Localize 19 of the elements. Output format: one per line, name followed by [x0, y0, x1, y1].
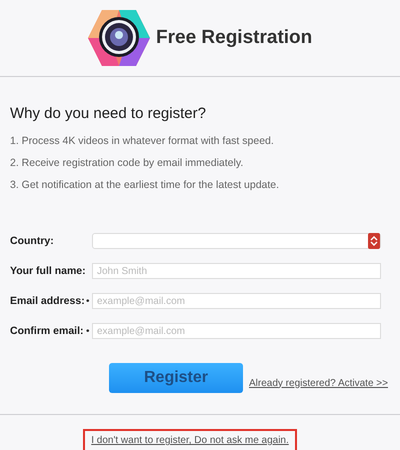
decline-link[interactable]: I don't want to register, Do not ask me again. — [83, 429, 297, 450]
activate-link[interactable]: Already registered? Activate >> — [249, 378, 388, 388]
reason-text: 1. Process 4K videos in whatever format with fast speed. — [10, 134, 275, 149]
input-field[interactable]: example@mail.com — [92, 293, 381, 309]
input-field[interactable]: John Smith — [92, 263, 381, 279]
reason-text: 2. Receive registration code by email immediately. — [10, 156, 244, 171]
country-dropdown[interactable] — [92, 233, 381, 249]
field-label: Country: — [10, 235, 55, 247]
reason-text: 3. Get notification at the earliest time for the latest update. — [10, 178, 280, 193]
field-label: Email address: — [10, 295, 86, 307]
input-field[interactable]: example@mail.com — [92, 323, 381, 339]
section-heading: Why do you need to register? — [10, 105, 207, 122]
required-marker: • — [86, 296, 91, 306]
updown-caret-icon — [368, 233, 380, 249]
required-marker: • — [86, 326, 91, 336]
app-title: Free Registration — [156, 27, 312, 49]
camera-lens-logo — [88, 10, 150, 66]
field-label: Confirm email: — [10, 325, 85, 337]
field-label: Your full name: — [10, 265, 86, 277]
